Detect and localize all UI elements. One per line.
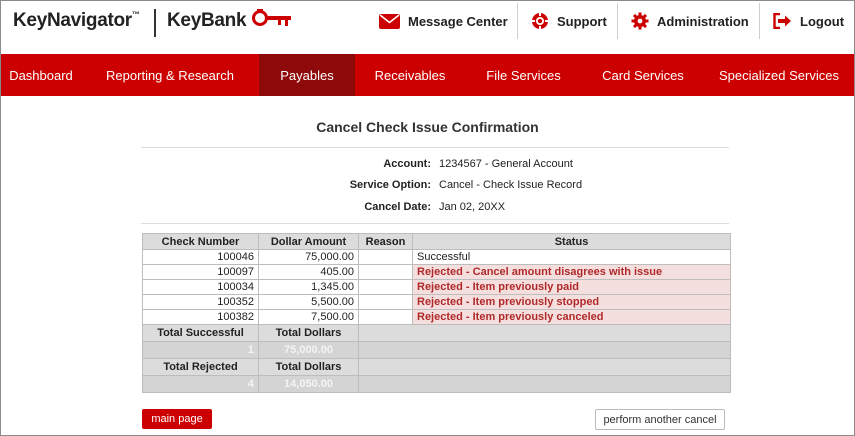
message-center-link[interactable]: Message Center xyxy=(379,1,508,41)
util-divider xyxy=(617,3,618,39)
cancel-date-row: Cancel Date: Jan 02, 20XX xyxy=(141,201,729,215)
amount-cell: 7,500.00 xyxy=(258,309,359,325)
administration-link[interactable]: Administration xyxy=(631,1,749,41)
total-rejected-value-row: 4 14,050.00 xyxy=(142,375,731,393)
status-cell: Successful xyxy=(412,249,731,265)
check-number-cell: 100097 xyxy=(142,264,259,280)
table-row: 100382 7,500.00 Rejected - Item previous… xyxy=(142,309,731,325)
cancel-date-value: Jan 02, 20XX xyxy=(439,201,506,213)
nav-item-receivables[interactable]: Receivables xyxy=(355,54,465,96)
reason-cell xyxy=(358,249,413,265)
total-successful-dollars: 75,000.00 xyxy=(258,341,359,359)
keynavigator-logo[interactable]: KeyNavigator™ xyxy=(13,10,140,32)
reason-cell xyxy=(358,264,413,280)
account-label: Account: xyxy=(383,158,431,170)
col-header-check-number: Check Number xyxy=(142,233,259,250)
envelope-icon xyxy=(379,13,400,29)
nav-item-payables[interactable]: Payables xyxy=(259,54,355,96)
logout-link[interactable]: Logout xyxy=(773,1,844,41)
status-cell: Rejected - Cancel amount disagrees with … xyxy=(412,264,731,280)
total-successful-value-row: 1 75,000.00 xyxy=(142,341,731,359)
logo-divider xyxy=(154,9,156,37)
gear-icon xyxy=(631,12,649,30)
col-header-reason: Reason xyxy=(358,233,413,250)
amount-cell: 405.00 xyxy=(258,264,359,280)
reason-cell xyxy=(358,309,413,325)
perform-another-cancel-button[interactable]: perform another cancel xyxy=(595,409,725,430)
nav-item-reporting-research[interactable]: Reporting & Research xyxy=(81,54,259,96)
check-number-cell: 100352 xyxy=(142,294,259,310)
lifebuoy-icon xyxy=(531,12,549,30)
account-row: Account: 1234567 - General Account xyxy=(141,158,729,172)
col-header-dollar-amount: Dollar Amount xyxy=(258,233,359,250)
table-header-row: Check Number Dollar Amount Reason Status xyxy=(142,233,731,250)
service-option-row: Service Option: Cancel - Check Issue Rec… xyxy=(141,179,729,193)
main-page-button[interactable]: main page xyxy=(142,409,212,429)
support-label: Support xyxy=(557,13,607,29)
amount-cell: 5,500.00 xyxy=(258,294,359,310)
total-successful-label-row: Total Successful Total Dollars xyxy=(142,324,731,342)
logout-label: Logout xyxy=(800,13,845,29)
total-successful-label: Total Successful xyxy=(142,324,259,342)
logout-icon xyxy=(773,13,792,29)
account-value: 1234567 - General Account xyxy=(439,158,573,170)
amount-cell: 75,000.00 xyxy=(258,249,359,265)
status-cell: Rejected - Item previously paid xyxy=(412,279,731,295)
col-header-status: Status xyxy=(412,233,731,250)
total-empty-cell xyxy=(358,341,731,359)
service-option-label: Service Option: xyxy=(349,179,431,191)
total-rejected-count: 4 xyxy=(142,375,259,393)
total-empty-cell xyxy=(358,375,731,393)
table-row: 100034 1,345.00 Rejected - Item previous… xyxy=(142,279,731,295)
reason-cell xyxy=(358,294,413,310)
status-cell: Rejected - Item previously canceled xyxy=(412,309,731,325)
total-successful-dollars-label: Total Dollars xyxy=(258,324,359,342)
total-rejected-dollars-label: Total Dollars xyxy=(258,358,359,376)
amount-cell: 1,345.00 xyxy=(258,279,359,295)
nav-item-specialized-services[interactable]: Specialized Services xyxy=(704,54,854,96)
administration-label: Administration xyxy=(657,13,749,29)
check-results-table: Check Number Dollar Amount Reason Status… xyxy=(142,233,731,393)
trademark: ™ xyxy=(131,9,140,19)
total-successful-count: 1 xyxy=(142,341,259,359)
nav-item-card-services[interactable]: Card Services xyxy=(582,54,704,96)
check-number-cell: 100034 xyxy=(142,279,259,295)
app-frame: KeyNavigator™ KeyBank Message Center Sup… xyxy=(0,0,855,436)
util-divider xyxy=(759,3,760,39)
reason-cell xyxy=(358,279,413,295)
total-rejected-dollars: 14,050.00 xyxy=(258,375,359,393)
page-title: Cancel Check Issue Confirmation xyxy=(316,119,539,135)
util-divider xyxy=(517,3,518,39)
nav-item-dashboard[interactable]: Dashboard xyxy=(1,54,81,96)
total-empty-cell xyxy=(358,324,731,342)
service-option-value: Cancel - Check Issue Record xyxy=(439,179,583,191)
total-empty-cell xyxy=(358,358,731,376)
check-number-cell: 100046 xyxy=(142,249,259,265)
table-row: 100046 75,000.00 Successful xyxy=(142,249,731,265)
nav-item-file-services[interactable]: File Services xyxy=(465,54,582,96)
total-rejected-label: Total Rejected xyxy=(142,358,259,376)
check-number-cell: 100382 xyxy=(142,309,259,325)
brand-primary: KeyNavigator xyxy=(13,10,132,31)
message-center-label: Message Center xyxy=(408,13,508,29)
info-divider xyxy=(141,223,729,224)
key-logo-icon xyxy=(251,8,295,34)
cancel-date-label: Cancel Date: xyxy=(364,201,431,213)
table-row: 100097 405.00 Rejected - Cancel amount d… xyxy=(142,264,731,280)
table-row: 100352 5,500.00 Rejected - Item previous… xyxy=(142,294,731,310)
keybank-logo: KeyBank xyxy=(167,10,247,31)
header: KeyNavigator™ KeyBank Message Center Sup… xyxy=(1,1,854,54)
title-divider xyxy=(141,147,729,148)
support-link[interactable]: Support xyxy=(531,1,607,41)
main-nav: Dashboard Reporting & Research Payables … xyxy=(1,54,854,96)
total-rejected-label-row: Total Rejected Total Dollars xyxy=(142,358,731,376)
status-cell: Rejected - Item previously stopped xyxy=(412,294,731,310)
